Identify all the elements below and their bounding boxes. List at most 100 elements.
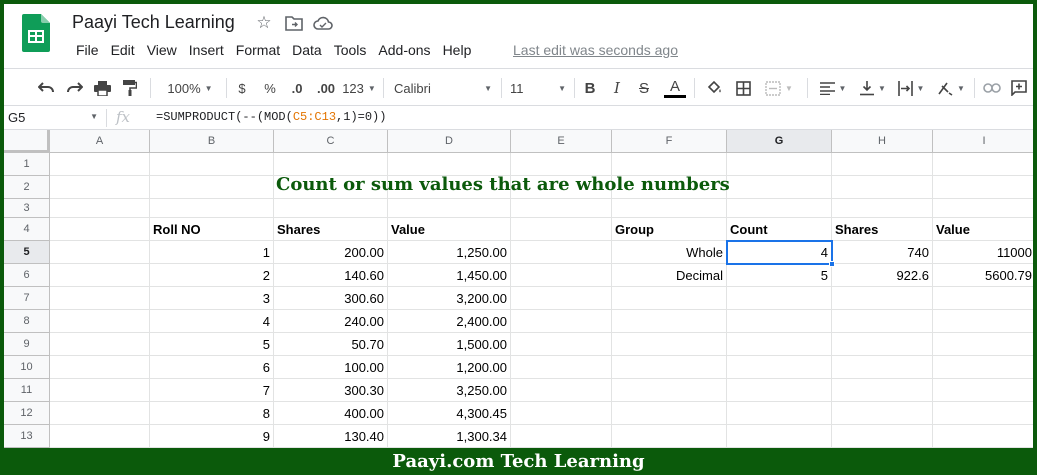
grid-cell[interactable] <box>832 402 933 425</box>
cell-shares[interactable]: 130.40 <box>274 425 388 448</box>
grid-cell[interactable] <box>50 153 150 176</box>
cell-roll-no[interactable]: 7 <box>150 379 274 402</box>
print-icon[interactable] <box>90 76 114 100</box>
grid-cell[interactable] <box>511 402 612 425</box>
vertical-align-icon[interactable]: ▼ <box>855 76 891 100</box>
menu-tools[interactable]: Tools <box>328 40 373 60</box>
cell-shares[interactable]: 50.70 <box>274 333 388 356</box>
menu-file[interactable]: File <box>70 40 105 60</box>
insert-comment-icon[interactable] <box>1008 76 1030 100</box>
cell-value[interactable]: 4,300.45 <box>388 402 511 425</box>
grid-cell[interactable] <box>832 310 933 333</box>
column-header-d[interactable]: D <box>388 130 511 153</box>
grid-cell[interactable] <box>388 199 511 218</box>
grid-cell[interactable] <box>50 264 150 287</box>
cell-summary-shares[interactable]: 740 <box>832 241 933 264</box>
cell-roll-no[interactable]: 1 <box>150 241 274 264</box>
cell-value[interactable]: 3,250.00 <box>388 379 511 402</box>
cell-value[interactable]: 1,200.00 <box>388 356 511 379</box>
grid-cell[interactable] <box>727 379 832 402</box>
grid-cell[interactable] <box>612 199 727 218</box>
menu-help[interactable]: Help <box>437 40 478 60</box>
cell-value[interactable]: 3,200.00 <box>388 287 511 310</box>
star-icon[interactable]: ☆ <box>254 13 274 33</box>
row-header[interactable]: 1 <box>4 153 50 176</box>
sheet-title[interactable]: Count or sum values that are whole numbe… <box>276 174 730 195</box>
text-rotation-icon[interactable]: ▼ <box>932 76 970 100</box>
header-summary-shares[interactable]: Shares <box>832 218 933 241</box>
italic-button[interactable]: I <box>608 76 626 100</box>
grid-cell[interactable] <box>832 287 933 310</box>
fill-handle[interactable] <box>829 261 835 267</box>
redo-icon[interactable] <box>63 76 87 100</box>
grid-cell[interactable] <box>727 199 832 218</box>
document-title[interactable]: Paayi Tech Learning <box>72 12 235 33</box>
grid-cell[interactable] <box>511 310 612 333</box>
grid-cell[interactable] <box>612 379 727 402</box>
more-formats-button[interactable]: 123 ▼ <box>341 76 377 100</box>
grid-cell[interactable] <box>933 356 1033 379</box>
menu-insert[interactable]: Insert <box>183 40 230 60</box>
borders-icon[interactable] <box>731 76 755 100</box>
insert-link-icon[interactable] <box>980 76 1004 100</box>
grid-cell[interactable] <box>511 379 612 402</box>
zoom-select[interactable]: 100% ▼ <box>160 76 220 100</box>
undo-icon[interactable] <box>34 76 58 100</box>
row-header[interactable]: 5 <box>4 241 50 264</box>
cell-summary-value[interactable]: 5600.79 <box>933 264 1033 287</box>
grid-cell[interactable] <box>50 218 150 241</box>
cell-roll-no[interactable]: 9 <box>150 425 274 448</box>
cell-value[interactable]: 1,300.34 <box>388 425 511 448</box>
header-count[interactable]: Count <box>727 218 832 241</box>
grid-cell[interactable] <box>727 310 832 333</box>
fill-color-icon[interactable] <box>702 76 726 100</box>
horizontal-align-icon[interactable]: ▼ <box>814 76 852 100</box>
grid-cell[interactable] <box>933 333 1033 356</box>
grid-cell[interactable] <box>832 356 933 379</box>
grid-cell[interactable] <box>832 379 933 402</box>
text-color-button[interactable]: A <box>663 76 687 100</box>
grid-cell[interactable] <box>50 310 150 333</box>
name-box[interactable]: G5 ▼ <box>8 110 98 125</box>
grid-cell[interactable] <box>727 333 832 356</box>
menu-add-ons[interactable]: Add-ons <box>372 40 436 60</box>
grid-cell[interactable] <box>832 333 933 356</box>
grid-cell[interactable] <box>727 287 832 310</box>
row-header[interactable]: 11 <box>4 379 50 402</box>
last-edit-link[interactable]: Last edit was seconds ago <box>513 40 678 60</box>
grid-cell[interactable] <box>832 176 933 199</box>
grid-cell[interactable] <box>727 402 832 425</box>
grid-cell[interactable] <box>150 176 274 199</box>
cell-summary-value[interactable]: 11000 <box>933 241 1033 264</box>
cell-shares[interactable]: 300.60 <box>274 287 388 310</box>
grid-cell[interactable] <box>50 287 150 310</box>
row-header[interactable]: 3 <box>4 199 50 218</box>
grid-cell[interactable] <box>511 356 612 379</box>
column-header-h[interactable]: H <box>832 130 933 153</box>
row-header[interactable]: 2 <box>4 176 50 199</box>
grid-cell[interactable] <box>50 425 150 448</box>
row-header[interactable]: 12 <box>4 402 50 425</box>
grid-cell[interactable] <box>727 425 832 448</box>
menu-edit[interactable]: Edit <box>105 40 141 60</box>
grid-cell[interactable] <box>933 310 1033 333</box>
column-header-g[interactable]: G <box>727 130 832 153</box>
cell-value[interactable]: 1,500.00 <box>388 333 511 356</box>
cloud-status-icon[interactable] <box>313 13 333 33</box>
header-roll-no[interactable]: Roll NO <box>150 218 274 241</box>
font-size-select[interactable]: 11 ▼ <box>510 76 566 100</box>
cell-roll-no[interactable]: 8 <box>150 402 274 425</box>
grid-cell[interactable] <box>511 153 612 176</box>
column-header-e[interactable]: E <box>511 130 612 153</box>
row-header[interactable]: 13 <box>4 425 50 448</box>
grid-cell[interactable] <box>612 153 727 176</box>
cell-roll-no[interactable]: 6 <box>150 356 274 379</box>
cell-shares[interactable]: 200.00 <box>274 241 388 264</box>
cell-shares[interactable]: 140.60 <box>274 264 388 287</box>
menu-format[interactable]: Format <box>230 40 286 60</box>
grid-cell[interactable] <box>612 425 727 448</box>
menu-view[interactable]: View <box>141 40 183 60</box>
grid-cell[interactable] <box>511 425 612 448</box>
header-value[interactable]: Value <box>388 218 511 241</box>
grid-cell[interactable] <box>150 199 274 218</box>
